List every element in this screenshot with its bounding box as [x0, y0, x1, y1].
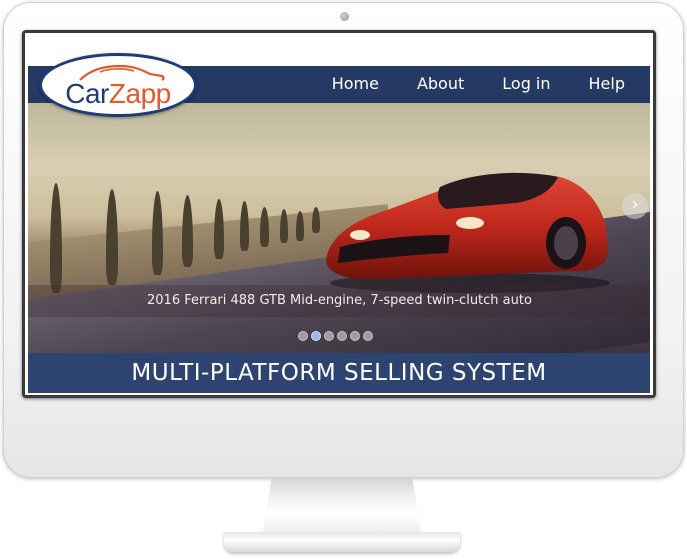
monitor-stand	[262, 478, 422, 538]
banner-title: MULTI-PLATFORM SELLING SYSTEM	[131, 360, 547, 386]
slide-caption: 2016 Ferrari 488 GTB Mid-engine, 7-speed…	[147, 293, 532, 308]
slide-dot[interactable]	[350, 331, 360, 341]
website-screen: CarZapp Home About Log in Help 2016 Ferr…	[25, 33, 653, 395]
monitor-base	[224, 532, 460, 552]
cypress-tree	[214, 199, 224, 259]
next-slide-arrow-icon[interactable]: ›	[622, 193, 648, 219]
cypress-tree	[50, 183, 62, 293]
hero-slider: 2016 Ferrari 488 GTB Mid-engine, 7-speed…	[28, 103, 650, 353]
nav-about[interactable]: About	[417, 74, 464, 93]
logo-prefix: Car	[65, 78, 109, 109]
logo-text: CarZapp	[42, 78, 194, 110]
slide-dot[interactable]	[298, 331, 308, 341]
slide-dot[interactable]	[337, 331, 347, 341]
carzapp-logo[interactable]: CarZapp	[39, 53, 197, 117]
nav-home[interactable]: Home	[332, 74, 379, 93]
nav-login[interactable]: Log in	[502, 74, 550, 93]
cypress-tree	[106, 189, 118, 285]
cypress-tree	[182, 195, 193, 267]
slide-dot[interactable]	[363, 331, 373, 341]
slide-dot[interactable]	[324, 331, 334, 341]
cypress-tree	[152, 191, 163, 275]
camera-dot	[340, 12, 349, 21]
bottom-banner: MULTI-PLATFORM SELLING SYSTEM	[28, 353, 650, 393]
main-nav: Home About Log in Help	[332, 74, 625, 93]
red-sports-car-image	[326, 172, 610, 293]
slide-caption-bar: 2016 Ferrari 488 GTB Mid-engine, 7-speed…	[28, 285, 650, 317]
slide-indicators	[298, 331, 373, 341]
cypress-tree	[240, 201, 249, 251]
logo-suffix: Zapp	[108, 78, 171, 109]
nav-help[interactable]: Help	[589, 74, 625, 93]
slide-dot-active[interactable]	[311, 331, 321, 341]
cypress-tree	[260, 207, 269, 247]
